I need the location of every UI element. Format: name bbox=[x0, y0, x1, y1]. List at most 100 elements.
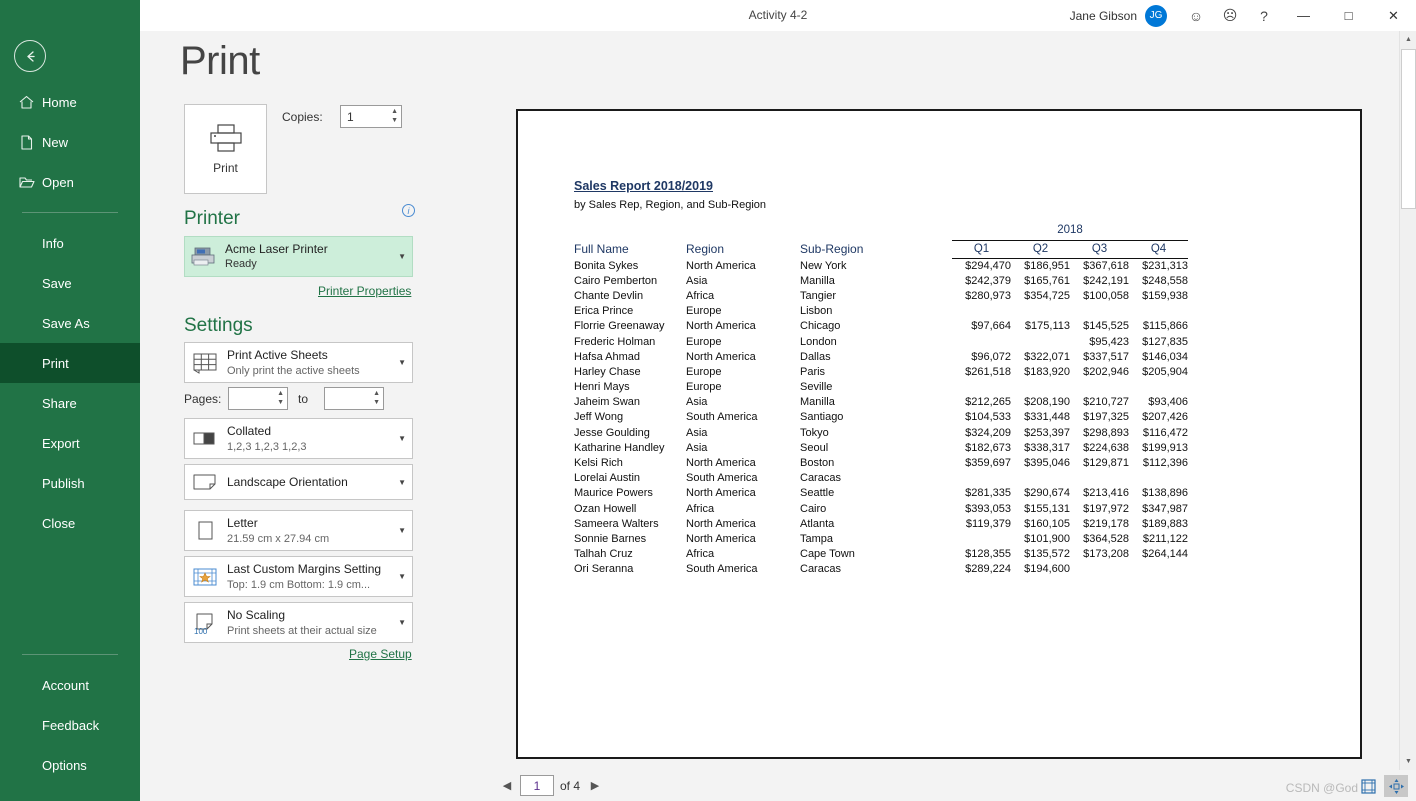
cell-region: Africa bbox=[686, 548, 715, 561]
chevron-down-icon[interactable]: ▼ bbox=[398, 526, 406, 535]
cell-q4: $199,913 bbox=[1142, 441, 1188, 454]
spin-up-icon[interactable]: ▲ bbox=[373, 390, 380, 397]
preview-vertical-scrollbar[interactable]: ▲ ▼ bbox=[1399, 31, 1416, 770]
chevron-down-icon[interactable]: ▼ bbox=[398, 618, 406, 627]
sidebar-item-info[interactable]: Info bbox=[0, 223, 140, 263]
sidebar-item-export[interactable]: Export bbox=[0, 423, 140, 463]
sidebar-item-options[interactable]: Options bbox=[0, 745, 140, 785]
chevron-down-icon[interactable]: ▼ bbox=[398, 434, 406, 443]
page-title: Print bbox=[180, 39, 260, 83]
sidebar-item-account[interactable]: Account bbox=[0, 665, 140, 705]
table-row: Henri Mays Europe Seville bbox=[574, 380, 1188, 395]
minimize-button[interactable]: — bbox=[1281, 0, 1326, 31]
printer-info-icon[interactable]: i bbox=[402, 204, 415, 217]
previous-page-button[interactable]: ◀ bbox=[498, 775, 516, 797]
cell-q4: $207,426 bbox=[1142, 411, 1188, 424]
cell-sub-region: Cairo bbox=[800, 502, 827, 515]
cell-q2: $338,317 bbox=[1024, 441, 1070, 454]
pages-to-spin-arrows[interactable]: ▲ ▼ bbox=[373, 388, 380, 409]
sidebar-item-home[interactable]: Home bbox=[0, 82, 140, 122]
report-subtitle: by Sales Rep, Region, and Sub-Region bbox=[574, 199, 767, 211]
orientation-selector[interactable]: Landscape Orientation ▼ bbox=[184, 464, 413, 500]
sidebar-item-save-as[interactable]: Save As bbox=[0, 303, 140, 343]
smiley-feedback-icon[interactable]: ☺ bbox=[1179, 0, 1213, 31]
show-margins-icon[interactable] bbox=[1356, 775, 1380, 797]
scroll-up-button[interactable]: ▲ bbox=[1400, 31, 1416, 48]
preview-scroll-area: Sales Report 2018/2019 by Sales Rep, Reg… bbox=[460, 31, 1399, 770]
sidebar-item-open[interactable]: Open bbox=[0, 162, 140, 202]
paper-size-selector[interactable]: Letter 21.59 cm x 27.94 cm ▼ bbox=[184, 510, 413, 551]
sidebar-item-share[interactable]: Share bbox=[0, 383, 140, 423]
printer-selector[interactable]: Acme Laser Printer Ready ▼ bbox=[184, 236, 413, 277]
pages-to-stepper[interactable]: ▲ ▼ bbox=[324, 387, 384, 410]
chevron-down-icon[interactable]: ▼ bbox=[398, 478, 406, 487]
option-subtitle: Top: 1.9 cm Bottom: 1.9 cm... bbox=[227, 578, 371, 591]
sidebar-item-feedback[interactable]: Feedback bbox=[0, 705, 140, 745]
spin-down-icon[interactable]: ▼ bbox=[391, 117, 398, 124]
printer-text-group: Acme Laser Printer Ready bbox=[225, 242, 394, 272]
sidebar-item-label: Open bbox=[42, 174, 74, 190]
close-button[interactable]: ✕ bbox=[1371, 0, 1416, 31]
sidebar-item-publish[interactable]: Publish bbox=[0, 463, 140, 503]
current-page-input[interactable]: 1 bbox=[520, 775, 554, 796]
table-row: Talhah Cruz Africa Cape Town $128,355 $135,5… bbox=[574, 547, 1188, 562]
copies-spin-arrows[interactable]: ▲ ▼ bbox=[391, 106, 398, 127]
sales-report-table: 2018 Full Name Region Sub-Region Q1 Q2 Q… bbox=[574, 221, 1188, 577]
cell-q1: $281,335 bbox=[965, 487, 1011, 500]
sidebar-item-new[interactable]: New bbox=[0, 122, 140, 162]
frown-feedback-icon[interactable]: ☹ bbox=[1213, 0, 1247, 31]
margins-selector[interactable]: Last Custom Margins Setting Top: 1.9 cm … bbox=[184, 556, 413, 597]
cell-sub-region: Paris bbox=[800, 365, 826, 378]
cell-sub-region: Manilla bbox=[800, 396, 835, 409]
spin-up-icon[interactable]: ▲ bbox=[277, 390, 284, 397]
print-what-selector[interactable]: Print Active Sheets Only print the activ… bbox=[184, 342, 413, 383]
help-icon[interactable]: ? bbox=[1247, 0, 1281, 31]
cell-full-name: Hafsa Ahmad bbox=[574, 350, 641, 363]
avatar[interactable]: JG bbox=[1145, 4, 1167, 27]
cell-q3: $367,618 bbox=[1083, 259, 1129, 272]
sidebar-item-save[interactable]: Save bbox=[0, 263, 140, 303]
sidebar-item-label: Options bbox=[42, 757, 87, 773]
pages-from-stepper[interactable]: ▲ ▼ bbox=[228, 387, 288, 410]
cell-region: Africa bbox=[686, 502, 715, 515]
print-button[interactable]: Print bbox=[184, 104, 267, 194]
cell-q3 bbox=[1070, 471, 1129, 486]
sheet-grid-icon bbox=[193, 353, 217, 374]
sidebar-item-close[interactable]: Close bbox=[0, 503, 140, 543]
scrollbar-thumb[interactable] bbox=[1401, 49, 1416, 209]
page-setup-link[interactable]: Page Setup bbox=[349, 647, 412, 661]
sidebar-item-print[interactable]: Print bbox=[0, 343, 140, 383]
cell-full-name: Jaheim Swan bbox=[574, 396, 641, 409]
cell-sub-region: Tokyo bbox=[800, 426, 829, 439]
zoom-to-page-icon[interactable] bbox=[1384, 775, 1408, 797]
next-page-button[interactable]: ▶ bbox=[586, 775, 604, 797]
option-text-group: Print Active Sheets Only print the activ… bbox=[227, 347, 394, 379]
backstage-sidebar: Home New Open Info Save Save As Print Sh… bbox=[0, 0, 140, 801]
cell-q3: $100,058 bbox=[1083, 289, 1129, 302]
copies-stepper[interactable]: ▲ ▼ bbox=[340, 105, 402, 128]
back-button[interactable] bbox=[14, 40, 46, 72]
chevron-down-icon[interactable]: ▼ bbox=[398, 572, 406, 581]
chevron-down-icon[interactable]: ▼ bbox=[398, 358, 406, 367]
cell-q4: $248,558 bbox=[1142, 274, 1188, 287]
cell-q4: $93,406 bbox=[1148, 396, 1188, 409]
printer-status: Ready bbox=[225, 257, 257, 270]
sidebar-item-label: Save bbox=[42, 275, 72, 291]
cell-sub-region: Dallas bbox=[800, 350, 831, 363]
table-row: Hafsa Ahmad North America Dallas $96,072 $32… bbox=[574, 349, 1188, 364]
pages-from-spin-arrows[interactable]: ▲ ▼ bbox=[277, 388, 284, 409]
cell-full-name: Lorelai Austin bbox=[574, 472, 641, 485]
scroll-down-button[interactable]: ▼ bbox=[1400, 753, 1416, 770]
spin-down-icon[interactable]: ▼ bbox=[277, 399, 284, 406]
scaling-selector[interactable]: 100 No Scaling Print sheets at their act… bbox=[184, 602, 413, 643]
cell-q4: $138,896 bbox=[1142, 487, 1188, 500]
maximize-button[interactable]: □ bbox=[1326, 0, 1371, 31]
option-text-group: No Scaling Print sheets at their actual … bbox=[227, 607, 394, 639]
collation-selector[interactable]: Collated 1,2,3 1,2,3 1,2,3 ▼ bbox=[184, 418, 413, 459]
printer-properties-link[interactable]: Printer Properties bbox=[318, 284, 411, 298]
spin-down-icon[interactable]: ▼ bbox=[373, 399, 380, 406]
cell-q1 bbox=[952, 380, 1011, 395]
spin-up-icon[interactable]: ▲ bbox=[391, 108, 398, 115]
chevron-down-icon[interactable]: ▼ bbox=[398, 252, 406, 261]
cell-q3: $213,416 bbox=[1083, 487, 1129, 500]
